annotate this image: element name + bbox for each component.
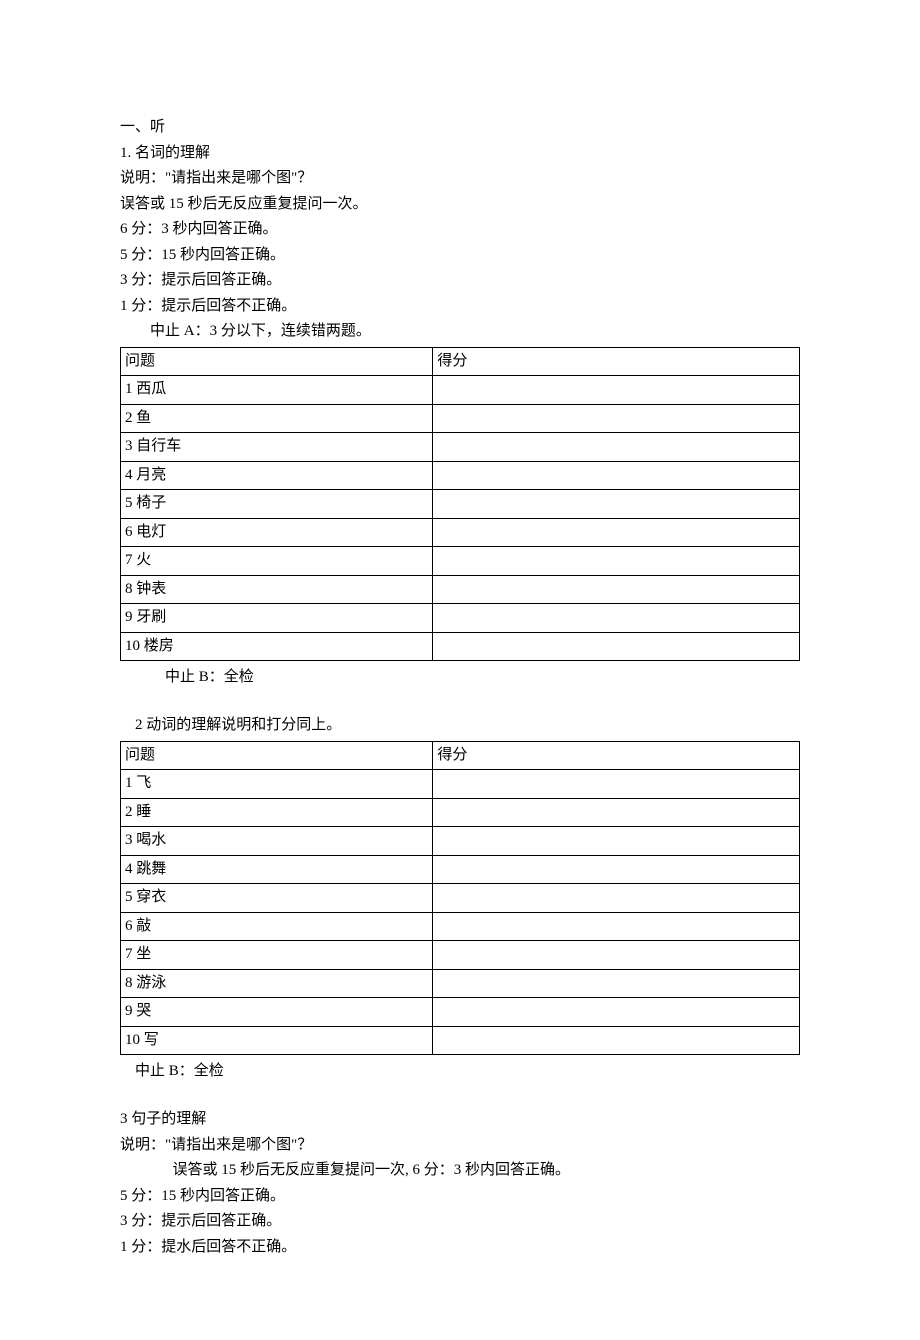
cell-score [433,547,800,576]
table-row: 9 哭 [121,998,800,1027]
cell-question: 9 哭 [121,998,433,1027]
cell-question: 6 敲 [121,912,433,941]
table-row: 7 坐 [121,941,800,970]
verb-table: 问题 得分 1 飞 2 睡 3 喝水 4 跳舞 5 穿衣 6 敲 7 坐 8 游… [120,741,800,1056]
cell-question: 4 跳舞 [121,855,433,884]
repeat-rule: 误答或 15 秒后无反应重复提问一次。 [120,192,800,218]
document-body: 一、听 1. 名词的理解 说明："请指出来是哪个图"？ 误答或 15 秒后无反应… [120,115,800,1260]
stop-rule-a: 中止 A：3 分以下，连续错两题。 [120,319,800,345]
table-row: 2 睡 [121,798,800,827]
cell-question: 3 自行车 [121,433,433,462]
table-row: 6 电灯 [121,518,800,547]
cell-score [433,912,800,941]
table-row: 2 鱼 [121,404,800,433]
header-question: 问题 [121,347,433,376]
cell-score [433,404,800,433]
table-row: 9 牙刷 [121,604,800,633]
cell-question: 5 穿衣 [121,884,433,913]
repeat-and-score6: 误答或 15 秒后无反应重复提问一次, 6 分：3 秒内回答正确。 [120,1158,800,1184]
cell-score [433,632,800,661]
table-row: 5 穿衣 [121,884,800,913]
stop-rule-b: 中止 B：全检 [120,1059,800,1085]
header-question: 问题 [121,741,433,770]
cell-score [433,604,800,633]
header-score: 得分 [433,347,800,376]
table-header-row: 问题 得分 [121,741,800,770]
cell-score [433,827,800,856]
stop-rule-b: 中止 B：全检 [120,665,800,691]
table-row: 1 西瓜 [121,376,800,405]
table-row: 10 楼房 [121,632,800,661]
instruction-text: 说明："请指出来是哪个图"？ [120,166,800,192]
subsection-title: 2 动词的理解说明和打分同上。 [120,713,800,739]
cell-question: 6 电灯 [121,518,433,547]
header-score: 得分 [433,741,800,770]
cell-score [433,490,800,519]
cell-question: 10 写 [121,1026,433,1055]
section-heading: 一、听 [120,115,800,141]
subsection-title: 1. 名词的理解 [120,141,800,167]
score-rule-5: 5 分：15 秒内回答正确。 [120,243,800,269]
table-row: 4 月亮 [121,461,800,490]
cell-score [433,884,800,913]
score-rule-1: 1 分：提示后回答不正确。 [120,294,800,320]
cell-score [433,855,800,884]
table-row: 10 写 [121,1026,800,1055]
cell-score [433,969,800,998]
cell-question: 1 飞 [121,770,433,799]
cell-question: 9 牙刷 [121,604,433,633]
score-rule-1: 1 分：提水后回答不正确。 [120,1235,800,1261]
cell-score [433,518,800,547]
cell-question: 3 喝水 [121,827,433,856]
instruction-text: 说明："请指出来是哪个图"？ [120,1133,800,1159]
cell-score [433,575,800,604]
cell-score [433,1026,800,1055]
cell-score [433,798,800,827]
cell-question: 4 月亮 [121,461,433,490]
subsection-title: 3 句子的理解 [120,1107,800,1133]
score-rule-3: 3 分：提示后回答正确。 [120,1209,800,1235]
cell-question: 10 楼房 [121,632,433,661]
table-header-row: 问题 得分 [121,347,800,376]
table-row: 8 钟表 [121,575,800,604]
cell-score [433,376,800,405]
table-row: 6 敲 [121,912,800,941]
cell-score [433,941,800,970]
cell-question: 8 钟表 [121,575,433,604]
score-rule-5: 5 分：15 秒内回答正确。 [120,1184,800,1210]
cell-question: 2 睡 [121,798,433,827]
table-row: 3 自行车 [121,433,800,462]
table-row: 3 喝水 [121,827,800,856]
cell-question: 5 椅子 [121,490,433,519]
table-row: 1 飞 [121,770,800,799]
cell-question: 7 火 [121,547,433,576]
table-row: 4 跳舞 [121,855,800,884]
cell-score [433,433,800,462]
cell-question: 1 西瓜 [121,376,433,405]
cell-score [433,770,800,799]
cell-question: 2 鱼 [121,404,433,433]
noun-table: 问题 得分 1 西瓜 2 鱼 3 自行车 4 月亮 5 椅子 6 电灯 7 火 … [120,347,800,662]
score-rule-3: 3 分：提示后回答正确。 [120,268,800,294]
cell-question: 7 坐 [121,941,433,970]
table-row: 7 火 [121,547,800,576]
cell-score [433,461,800,490]
score-rule-6: 6 分：3 秒内回答正确。 [120,217,800,243]
cell-question: 8 游泳 [121,969,433,998]
table-row: 5 椅子 [121,490,800,519]
table-row: 8 游泳 [121,969,800,998]
cell-score [433,998,800,1027]
